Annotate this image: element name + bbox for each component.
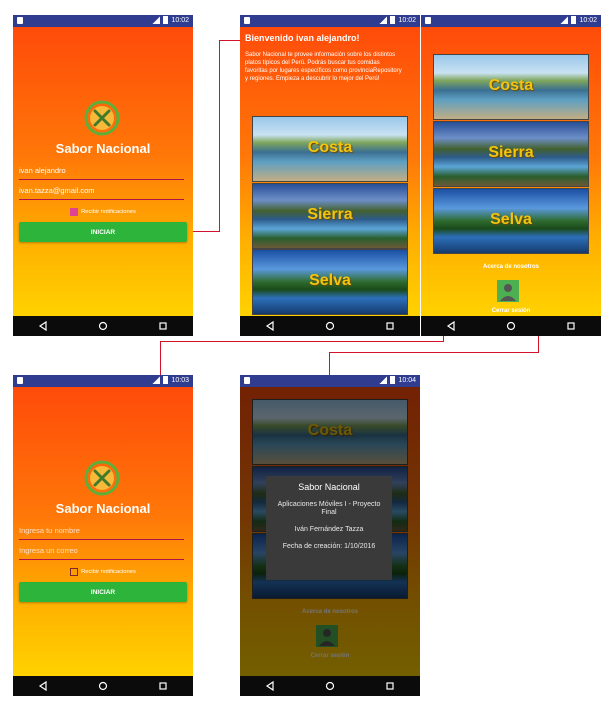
battery-icon	[163, 16, 169, 24]
clock: 10:04	[398, 376, 416, 384]
signal-icon	[379, 16, 388, 24]
recent-apps-icon[interactable]	[385, 321, 395, 331]
battery-icon	[390, 376, 396, 384]
notifications-checkbox[interactable]	[70, 568, 79, 576]
start-button[interactable]: INICIAR	[19, 222, 187, 242]
app-title: Sabor Nacional	[55, 141, 151, 156]
recent-apps-icon[interactable]	[385, 681, 395, 691]
user-avatar-icon[interactable]	[497, 280, 519, 302]
region-label: Costa	[307, 139, 353, 156]
dialog-course: Aplicaciones Móviles I - Proyecto Final	[277, 501, 381, 516]
logout-link[interactable]: Cerrar sesión	[421, 308, 601, 314]
recent-apps-icon[interactable]	[158, 681, 168, 691]
region-card-selva[interactable]: Selva	[252, 249, 408, 315]
home-icon[interactable]	[506, 321, 516, 331]
region-card-costa[interactable]: Costa	[433, 54, 589, 120]
region-label: Selva	[490, 211, 532, 228]
app-title: Sabor Nacional	[55, 501, 151, 516]
clock: 10:02	[398, 16, 416, 24]
home-icon[interactable]	[98, 321, 108, 331]
signal-icon	[560, 16, 569, 24]
recent-apps-icon[interactable]	[158, 321, 168, 331]
nav-bar	[421, 316, 601, 336]
email-field[interactable]: ivan.tazza@gmail.com	[19, 183, 184, 200]
status-bar: 10:02	[13, 15, 193, 27]
status-bar: 10:02	[240, 15, 420, 27]
status-bar: 10:03	[13, 375, 193, 387]
about-us-link[interactable]: Acerca de nosotros	[421, 264, 601, 270]
region-label: Sierra	[488, 144, 534, 161]
status-bar: 10:02	[421, 15, 601, 27]
name-input[interactable]: Ingresa tu nombre	[19, 523, 184, 540]
about-dialog: Sabor Nacional Aplicaciones Móviles I - …	[266, 476, 392, 580]
login-content: Sabor Nacional Ingresa tu nombre Ingresa…	[13, 387, 193, 676]
notifications-checkbox-row[interactable]: Recibir notificaciones	[13, 208, 193, 216]
dialog-title: Sabor Nacional	[298, 482, 360, 492]
back-icon[interactable]	[265, 681, 275, 691]
screen-about-dialog: 10:04 Costa Sierra Selva Acerca de nosot…	[240, 375, 420, 696]
home-icon[interactable]	[325, 321, 335, 331]
signal-icon	[152, 376, 161, 384]
region-card-costa[interactable]: Costa	[252, 116, 408, 182]
region-label: Costa	[488, 77, 534, 94]
nav-bar	[13, 676, 193, 696]
signal-icon	[379, 376, 388, 384]
regions-content: Costa Sierra Selva Acerca de nosotros Ce…	[421, 27, 601, 316]
start-button[interactable]: INICIAR	[19, 582, 187, 602]
screen-login-empty: 10:03 Sabor Nacional Ingresa tu nombre I…	[13, 375, 193, 696]
clock: 10:02	[171, 16, 189, 24]
screen-regions-scrolled: 10:02 Costa Sierra Selva Acerca de nosot…	[421, 15, 601, 336]
region-card-sierra[interactable]: Sierra	[252, 183, 408, 249]
home-icon[interactable]	[98, 681, 108, 691]
connector-line	[329, 352, 539, 353]
clock: 10:02	[579, 16, 597, 24]
battery-icon	[163, 376, 169, 384]
notifications-checkbox[interactable]	[70, 208, 79, 216]
region-label: Selva	[309, 272, 351, 289]
connector-line	[219, 40, 220, 232]
region-label: Sierra	[307, 206, 353, 223]
home-icon[interactable]	[325, 681, 335, 691]
name-field[interactable]: ivan alejandro	[19, 163, 184, 180]
notification-icon	[17, 17, 23, 24]
notification-icon	[17, 377, 23, 384]
notification-icon	[244, 17, 250, 24]
nav-bar	[240, 316, 420, 336]
email-input[interactable]: Ingresa un correo	[19, 543, 184, 560]
nav-bar	[240, 676, 420, 696]
clock: 10:03	[171, 376, 189, 384]
battery-icon	[571, 16, 577, 24]
notification-icon	[425, 17, 431, 24]
connector-line	[160, 341, 444, 342]
screen-welcome: 10:02 Bienvenido ivan alejandro! Sabor N…	[240, 15, 420, 336]
region-card-selva[interactable]: Selva	[433, 188, 589, 254]
welcome-text: Sabor Nacional te provee información sob…	[245, 52, 402, 82]
back-icon[interactable]	[446, 321, 456, 331]
back-icon[interactable]	[38, 321, 48, 331]
dialog-date: Fecha de creación: 1/10/2016	[282, 543, 376, 550]
notifications-checkbox-row[interactable]: Recibir notificaciones	[13, 568, 193, 576]
notification-icon	[244, 377, 250, 384]
notifications-label: Recibir notificaciones	[81, 209, 136, 215]
status-bar: 10:04	[240, 375, 420, 387]
battery-icon	[390, 16, 396, 24]
connector-line	[219, 40, 241, 41]
notifications-label: Recibir notificaciones	[81, 569, 136, 575]
welcome-title: Bienvenido ivan alejandro!	[245, 33, 360, 43]
nav-bar	[13, 316, 193, 336]
screen-login-filled: 10:02 Sabor Nacional ivan alejandro ivan…	[13, 15, 193, 336]
fork-knife-logo-icon	[84, 460, 120, 496]
login-content: Sabor Nacional ivan alejandro ivan.tazza…	[13, 27, 193, 316]
fork-knife-logo-icon	[84, 100, 120, 136]
connector-line	[329, 352, 330, 376]
dialog-author: Iván Fernández Tazza	[294, 526, 364, 533]
recent-apps-icon[interactable]	[566, 321, 576, 331]
signal-icon	[152, 16, 161, 24]
back-icon[interactable]	[265, 321, 275, 331]
welcome-content: Bienvenido ivan alejandro! Sabor Naciona…	[240, 27, 420, 316]
back-icon[interactable]	[38, 681, 48, 691]
region-card-sierra[interactable]: Sierra	[433, 121, 589, 187]
